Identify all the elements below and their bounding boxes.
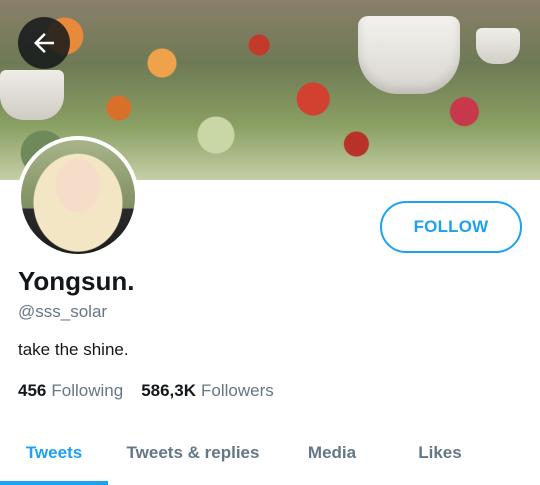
- follow-button[interactable]: FOLLOW: [380, 201, 522, 253]
- profile-bio: take the shine.: [18, 340, 129, 359]
- following-stat[interactable]: 456 Following: [18, 381, 123, 401]
- followers-stat[interactable]: 586,3K Followers: [141, 381, 274, 401]
- followers-label: Followers: [201, 381, 274, 400]
- active-tab-indicator: [0, 481, 108, 485]
- following-count: 456: [18, 381, 47, 400]
- banner-pot-decoration: [358, 16, 460, 94]
- back-button[interactable]: [18, 17, 70, 69]
- banner-pot-decoration: [476, 28, 520, 64]
- user-handle: @sss_solar: [18, 302, 108, 321]
- avatar[interactable]: [17, 136, 139, 258]
- banner-pot-decoration: [0, 70, 64, 120]
- profile-stats: 456 Following 586,3K Followers: [18, 381, 274, 401]
- tab-tweets[interactable]: Tweets: [0, 425, 108, 481]
- tab-likes[interactable]: Likes: [386, 425, 494, 481]
- display-name: Yongsun.: [18, 266, 135, 296]
- tab-tweets-and-replies[interactable]: Tweets & replies: [108, 425, 278, 481]
- profile-tabs: Tweets Tweets & replies Media Likes: [0, 425, 540, 485]
- tab-media[interactable]: Media: [278, 425, 386, 481]
- arrow-left-icon: [34, 33, 54, 53]
- following-label: Following: [51, 381, 124, 400]
- followers-count: 586,3K: [141, 381, 197, 400]
